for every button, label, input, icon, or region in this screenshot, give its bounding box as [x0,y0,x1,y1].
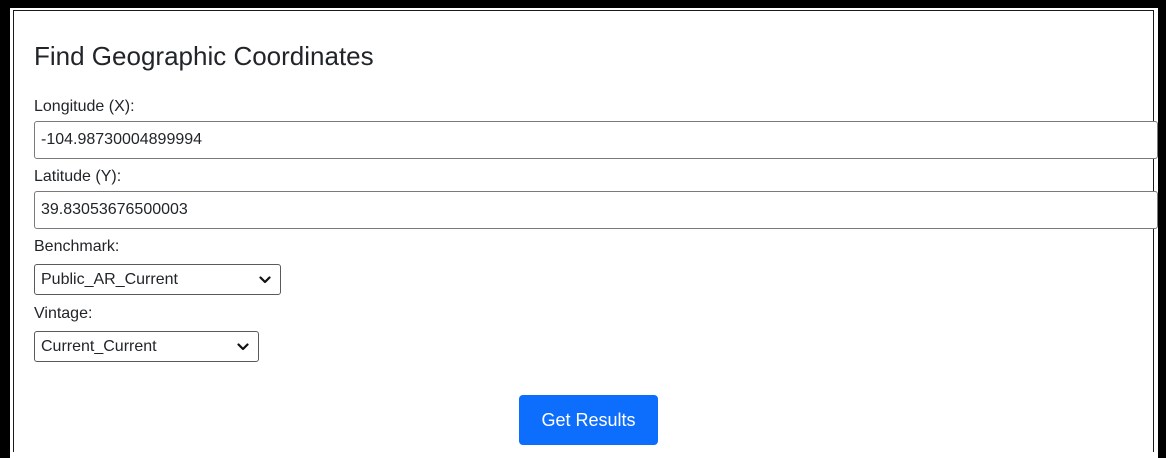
benchmark-selected-value: Public_AR_Current [41,271,178,288]
vintage-label: Vintage: [34,305,93,322]
longitude-label: Longitude (X): [34,98,135,115]
longitude-input[interactable] [34,121,1158,159]
benchmark-label: Benchmark: [34,238,120,255]
find-coordinates-panel: Find Geographic Coordinates Longitude (X… [13,10,1158,452]
chevron-down-icon [237,332,249,361]
vintage-selected-value: Current_Current [41,338,157,355]
chevron-down-icon [259,265,271,294]
page-title: Find Geographic Coordinates [34,41,374,71]
get-results-button[interactable]: Get Results [519,395,658,445]
latitude-label: Latitude (Y): [34,168,122,185]
latitude-input[interactable] [34,191,1158,229]
vintage-select[interactable]: Current_Current [34,331,259,362]
benchmark-select[interactable]: Public_AR_Current [34,264,281,295]
